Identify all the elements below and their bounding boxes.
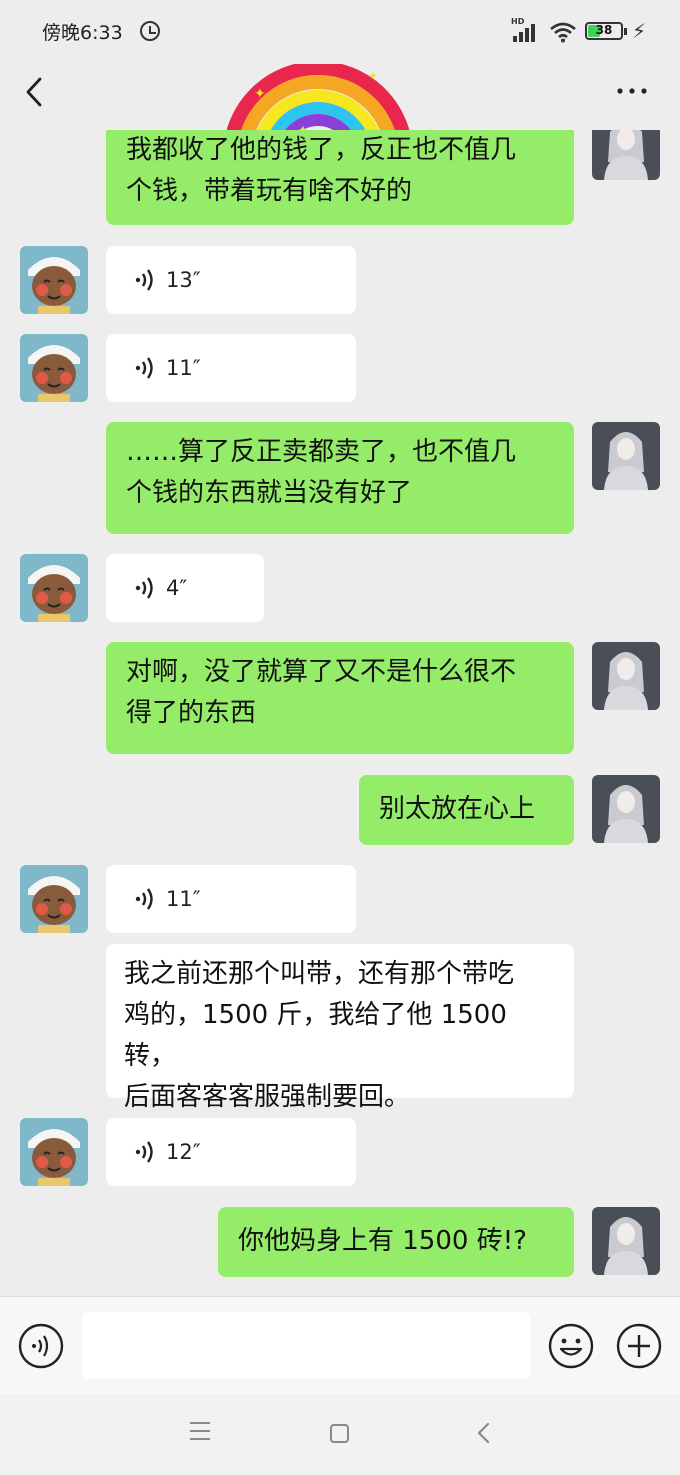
message-line: 后面客客客服强制要回。 [124, 1082, 411, 1112]
message-bubble[interactable]: 别太放在心上 [359, 775, 574, 845]
my-avatar[interactable] [592, 1207, 660, 1275]
voice-message[interactable]: 11″ [106, 865, 356, 933]
input-bar [0, 1296, 680, 1394]
voice-duration: 11″ [166, 355, 201, 380]
voice-wave-icon [135, 357, 153, 379]
alarm-icon [140, 21, 160, 41]
charging-icon: ⚡ [632, 19, 647, 43]
transcribed-text-bubble[interactable]: 我之前还那个叫带，还有那个带吃 鸡的，1500 斤，我给了他 1500 转， 后… [106, 944, 574, 1112]
battery-cap [624, 28, 627, 35]
voice-message[interactable]: 11″ [106, 334, 356, 402]
message-line: 你他妈身上有 1500 砖!? [238, 1226, 527, 1256]
message-line: ……算了反正卖都卖了，也不值几 [126, 437, 517, 467]
voice-duration: 11″ [166, 886, 201, 911]
message-list[interactable]: 我都收了他的钱了，反正也不值几 个钱，带着玩有啥不好的 13″ 11″ ……算了… [0, 130, 680, 1296]
voice-mode-button[interactable] [18, 1323, 64, 1369]
message-line: 得了的东西 [126, 698, 257, 728]
menu-nav-button[interactable] [190, 1422, 210, 1440]
contact-avatar[interactable] [20, 334, 88, 402]
message-line: 别太放在心上 [379, 794, 536, 824]
wifi-icon [550, 22, 576, 43]
status-bar: 傍晚6:33 HD 38 ⚡ [0, 0, 680, 60]
contact-avatar[interactable] [20, 1118, 88, 1186]
my-avatar[interactable] [592, 642, 660, 710]
contact-avatar[interactable] [20, 246, 88, 314]
voice-message[interactable]: 4″ [106, 554, 264, 622]
svg-text:✦: ✦ [254, 86, 266, 102]
voice-message[interactable]: 13″ [106, 246, 356, 314]
voice-wave-icon [135, 1141, 153, 1163]
status-time: 傍晚6:33 [42, 22, 123, 44]
voice-wave-icon [135, 269, 153, 291]
my-avatar[interactable] [592, 422, 660, 490]
voice-message[interactable]: 12″ [106, 1118, 356, 1186]
voice-duration: 4″ [166, 575, 188, 600]
my-avatar[interactable] [592, 775, 660, 843]
voice-wave-icon [135, 888, 153, 910]
back-button[interactable] [18, 74, 54, 110]
voice-duration: 12″ [166, 1139, 201, 1164]
contact-avatar[interactable] [20, 865, 88, 933]
message-line: 个钱，带着玩有啥不好的 [126, 176, 413, 206]
more-button[interactable] [612, 76, 652, 106]
plus-button[interactable] [616, 1323, 662, 1369]
message-bubble[interactable]: 对啊，没了就算了又不是什么很不 得了的东西 [106, 642, 574, 754]
message-line: 对啊，没了就算了又不是什么很不 [126, 657, 517, 687]
voice-wave-icon [135, 577, 153, 599]
system-nav-bar [0, 1394, 680, 1475]
home-nav-button[interactable] [330, 1424, 349, 1443]
message-line: 我之前还那个叫带，还有那个带吃 [124, 959, 515, 989]
battery-icon: 38 [585, 22, 623, 40]
message-bubble[interactable]: 我都收了他的钱了，反正也不值几 个钱，带着玩有啥不好的 [106, 130, 574, 225]
signal-icon [513, 20, 540, 42]
message-line: 鸡的，1500 斤，我给了他 1500 转， [124, 1000, 507, 1071]
chat-header: ✦ ✦ ✦ [0, 60, 680, 171]
my-avatar[interactable] [592, 130, 660, 180]
message-bubble[interactable]: 你他妈身上有 1500 砖!? [218, 1207, 574, 1277]
contact-avatar[interactable] [20, 554, 88, 622]
message-line: 个钱的东西就当没有好了 [126, 478, 413, 508]
battery-level: 38 [595, 23, 613, 37]
emoji-button[interactable] [548, 1323, 594, 1369]
message-line: 我都收了他的钱了，反正也不值几 [126, 135, 517, 165]
svg-text:✦: ✦ [368, 69, 378, 83]
message-input[interactable] [82, 1312, 530, 1379]
voice-duration: 13″ [166, 267, 201, 292]
back-nav-button[interactable] [474, 1421, 494, 1445]
message-bubble[interactable]: ……算了反正卖都卖了，也不值几 个钱的东西就当没有好了 [106, 422, 574, 534]
